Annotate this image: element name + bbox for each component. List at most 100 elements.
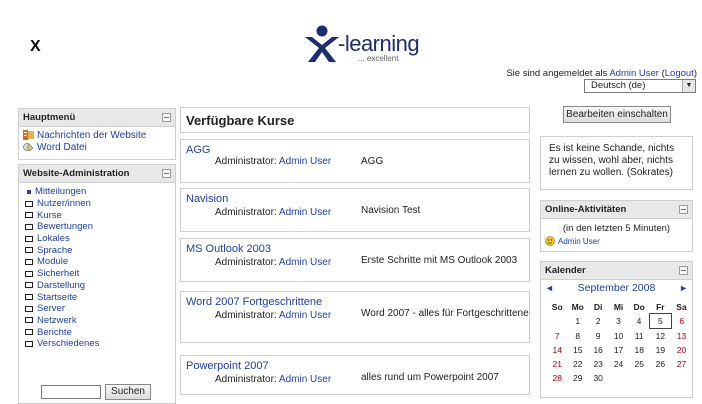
collapse-icon[interactable] — [162, 113, 171, 122]
calendar-day[interactable]: 30 — [588, 371, 608, 385]
calendar-day[interactable]: 22 — [567, 357, 588, 371]
course-name-link[interactable]: MS Outlook 2003 — [186, 243, 271, 255]
calendar-week: 28 29 30 — [547, 371, 692, 385]
calendar-day[interactable]: 6 — [671, 314, 692, 329]
admin-item-network[interactable]: Netzwerk — [19, 315, 175, 327]
calendar-day[interactable]: 14 — [547, 343, 567, 357]
online-user-link[interactable]: Admin User — [558, 237, 600, 246]
collapse-icon[interactable] — [679, 205, 688, 214]
admin-item-label[interactable]: Kurse — [37, 210, 62, 221]
calendar-day[interactable]: 10 — [608, 329, 628, 344]
teacher-link[interactable]: Admin User — [279, 207, 331, 218]
file-icon — [23, 143, 34, 152]
admin-item-label[interactable]: Mitteilungen — [35, 186, 86, 197]
calendar-day[interactable]: 4 — [629, 314, 650, 329]
collapse-icon[interactable] — [679, 266, 688, 275]
calendar-day[interactable]: 27 — [671, 357, 692, 371]
admin-item-courses[interactable]: Kurse — [19, 209, 175, 221]
teacher-link[interactable]: Admin User — [279, 374, 331, 385]
admin-item-label[interactable]: Module — [37, 256, 68, 267]
calendar-day[interactable]: 15 — [567, 343, 588, 357]
admin-item-grades[interactable]: Bewertungen — [19, 221, 175, 233]
calendar-day — [650, 371, 671, 385]
next-month-icon[interactable]: ► — [679, 280, 688, 296]
online-user-item[interactable]: Admin User — [541, 236, 692, 246]
course-name-link[interactable]: Navision — [186, 193, 228, 205]
admin-item-server[interactable]: Server — [19, 303, 175, 315]
teacher-link[interactable]: Admin User — [279, 310, 331, 321]
calendar-day[interactable]: 13 — [671, 329, 692, 344]
main-menu-item-label[interactable]: Word Datei — [37, 142, 87, 153]
calendar-day[interactable]: 12 — [650, 329, 671, 344]
logo-tagline: ... excellent — [358, 54, 399, 63]
main-menu-item-word-file[interactable]: Word Datei — [19, 141, 175, 153]
main-menu-item-label[interactable]: Nachrichten der Website — [37, 130, 146, 141]
admin-item-label[interactable]: Darstellung — [37, 280, 85, 291]
language-select[interactable]: Deutsch (de) ▼ — [584, 79, 696, 93]
login-prefix: Sie sind angemeldet als — [506, 68, 610, 79]
teacher-link[interactable]: Admin User — [279, 257, 331, 268]
course-summary: Navision Test — [361, 205, 421, 216]
admin-item-location[interactable]: Lokales — [19, 233, 175, 245]
admin-item-label[interactable]: Verschiedenes — [37, 338, 99, 349]
calendar-grid: So Mo Di Mi Do Fr Sa 1 2 3 4 5 6 7 8 9 10 11 12 13 14 15 16 17… — [547, 300, 692, 385]
collapse-icon[interactable] — [162, 169, 171, 178]
calendar-day[interactable]: 11 — [629, 329, 650, 344]
calendar-day[interactable]: 26 — [650, 357, 671, 371]
logout-link[interactable]: Logout — [665, 68, 694, 79]
calendar-day[interactable]: 17 — [608, 343, 628, 357]
admin-item-label[interactable]: Bewertungen — [37, 221, 93, 232]
course-name-link[interactable]: AGG — [186, 144, 210, 156]
admin-item-label[interactable]: Startseite — [37, 292, 77, 303]
calendar-month-link[interactable]: September 2008 — [578, 282, 656, 294]
calendar-day[interactable]: 2 — [588, 314, 608, 329]
calendar-day[interactable]: 16 — [588, 343, 608, 357]
admin-item-label[interactable]: Netzwerk — [37, 315, 77, 326]
admin-item-appearance[interactable]: Darstellung — [19, 280, 175, 292]
course-summary: Word 2007 - alles für Fortgeschrittene — [361, 308, 529, 319]
calendar-day[interactable]: 24 — [608, 357, 628, 371]
available-courses-title: Verfügbare Kurse — [180, 107, 530, 133]
calendar-day[interactable]: 7 — [547, 329, 567, 344]
calendar-day[interactable]: 8 — [567, 329, 588, 344]
admin-item-label[interactable]: Server — [37, 303, 65, 314]
admin-item-misc[interactable]: Verschiedenes — [19, 338, 175, 350]
calendar-day[interactable]: 23 — [588, 357, 608, 371]
admin-item-notifications[interactable]: Mitteilungen — [19, 186, 175, 198]
admin-search-input[interactable] — [41, 385, 101, 399]
calendar-day[interactable]: 1 — [567, 314, 588, 329]
calendar-day[interactable]: 28 — [547, 371, 567, 385]
calendar-day[interactable]: 29 — [567, 371, 588, 385]
admin-item-modules[interactable]: Module — [19, 256, 175, 268]
course-name-link[interactable]: Word 2007 Fortgeschrittene — [186, 296, 322, 308]
edit-mode-button[interactable]: Bearbeiten einschalten — [563, 106, 671, 123]
admin-item-frontpage[interactable]: Startseite — [19, 291, 175, 303]
previous-month-icon[interactable]: ◄ — [545, 280, 554, 296]
admin-item-label[interactable]: Berichte — [37, 327, 72, 338]
site-logo[interactable]: -learning ... excellent — [302, 24, 422, 64]
calendar-day[interactable]: 21 — [547, 357, 567, 371]
admin-item-reports[interactable]: Berichte — [19, 326, 175, 338]
admin-item-label[interactable]: Sicherheit — [37, 268, 79, 279]
calendar-day[interactable]: 19 — [650, 343, 671, 357]
calendar-day[interactable]: 9 — [588, 329, 608, 344]
calendar-day[interactable]: 25 — [629, 357, 650, 371]
calendar-day[interactable]: 3 — [608, 314, 628, 329]
calendar-day-today[interactable]: 5 — [649, 313, 672, 329]
admin-item-label[interactable]: Sprache — [37, 245, 72, 256]
admin-item-label[interactable]: Nutzer/innen — [37, 198, 91, 209]
calendar-day[interactable]: 20 — [671, 343, 692, 357]
admin-item-label[interactable]: Lokales — [37, 233, 70, 244]
calendar-day[interactable]: 18 — [629, 343, 650, 357]
teacher-link[interactable]: Admin User — [279, 156, 331, 167]
main-menu-header: Hauptmenü — [19, 109, 175, 127]
course-name-link[interactable]: Powerpoint 2007 — [186, 360, 269, 372]
main-menu-item-news[interactable]: Nachrichten der Website — [19, 129, 175, 141]
login-user-link[interactable]: Admin User — [609, 68, 659, 79]
calendar-weekday: Di — [593, 301, 603, 312]
teacher-label: Administrator: — [215, 207, 279, 218]
chevron-down-icon[interactable]: ▼ — [682, 80, 695, 92]
admin-item-security[interactable]: Sicherheit — [19, 268, 175, 280]
admin-item-users[interactable]: Nutzer/innen — [19, 198, 175, 210]
admin-item-language[interactable]: Sprache — [19, 244, 175, 256]
